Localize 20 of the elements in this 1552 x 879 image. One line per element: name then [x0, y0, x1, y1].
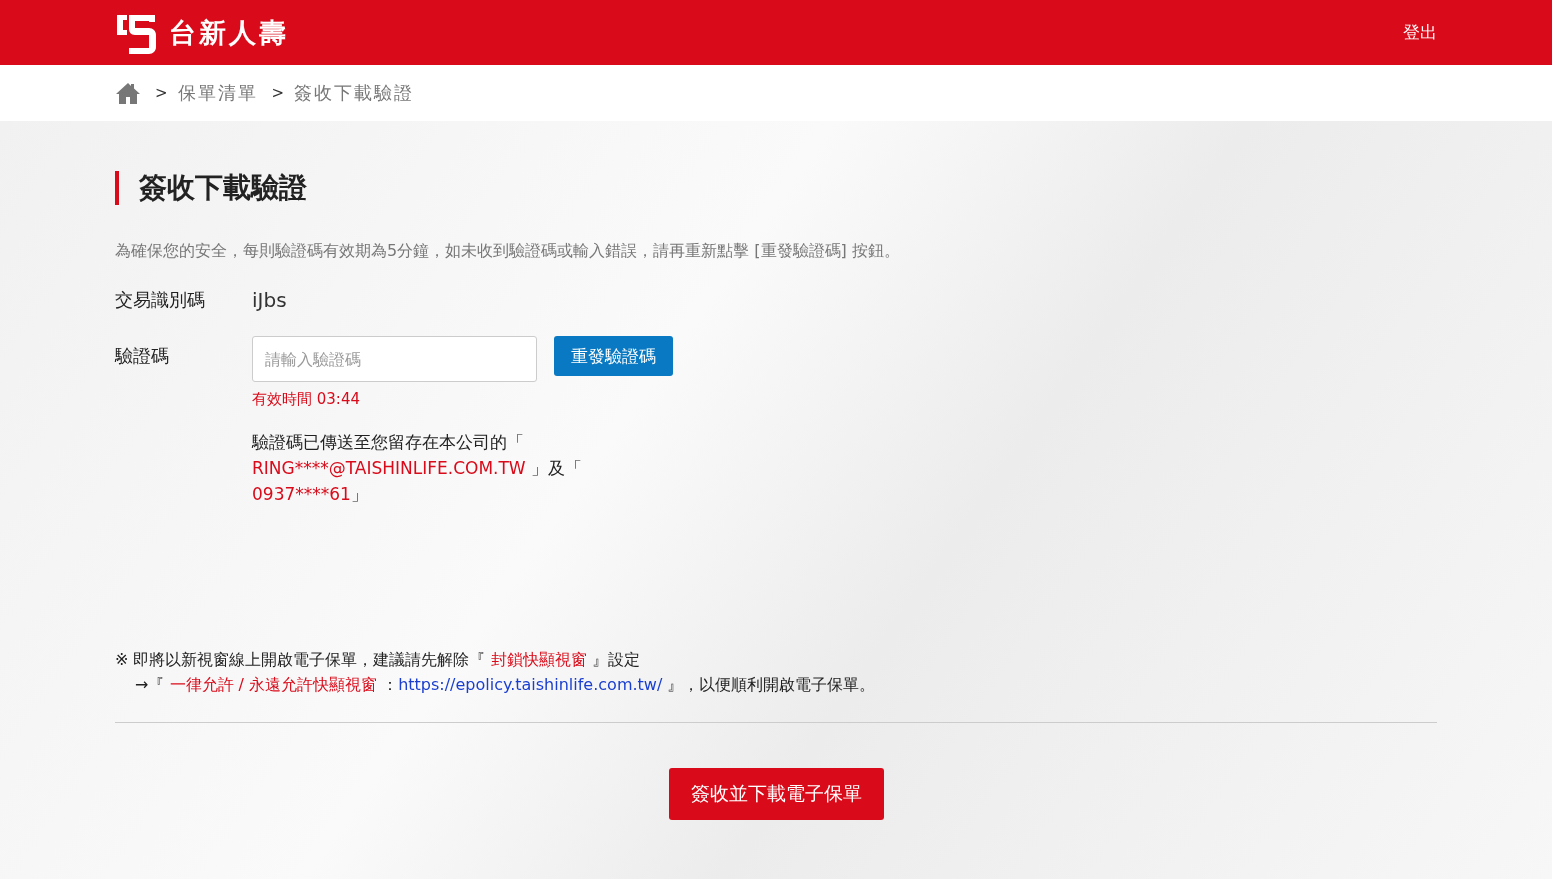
- verification-code-input[interactable]: 請輸入驗證碼: [252, 336, 537, 382]
- breadcrumb-separator: >: [271, 84, 285, 102]
- resend-button[interactable]: 重發驗證碼: [554, 336, 673, 376]
- notice-text: →『 一律允許 / 永遠允許快顯視窗 ：https://epolicy.taishinlife.com.tw/ 』，以便順利開啟電子保單。: [134, 674, 877, 696]
- notice-text: ※ 即將以新視窗線上開啟電子保單，建議請先解除『 封鎖快顯視窗 』設定: [115, 649, 641, 671]
- field-label: 交易識別碼: [115, 288, 206, 312]
- sent-message: 驗證碼已傳送至您留存在本公司的「 RING****@TAISHINLIFE.COM.TW 」及「 0937****61」: [252, 431, 584, 506]
- epolicy-link[interactable]: https://epolicy.taishinlife.com.tw/: [398, 675, 663, 694]
- home-icon[interactable]: [115, 82, 141, 104]
- sign-download-button[interactable]: 簽收並下載電子保單: [668, 768, 884, 820]
- brand-name: 台新人壽: [169, 15, 289, 50]
- breadcrumb-link[interactable]: 保單清單: [177, 81, 258, 105]
- transaction-id: iJbs: [252, 288, 287, 312]
- expiry-timer: 有效時間 03:44: [252, 390, 361, 409]
- description-text: 為確保您的安全，每則驗證碼有效期為5分鐘，如未收到驗證碼或輸入錯誤，請再重新點擊 [重發驗證碼] 按鈕。: [115, 241, 901, 262]
- logout-link[interactable]: 登出: [1403, 21, 1437, 44]
- page-title: 簽收下載驗證: [115, 171, 1437, 205]
- breadcrumb-separator: >: [155, 84, 168, 102]
- field-label: 驗證碼: [115, 344, 170, 368]
- breadcrumb-link[interactable]: 簽收下載驗證: [294, 81, 415, 105]
